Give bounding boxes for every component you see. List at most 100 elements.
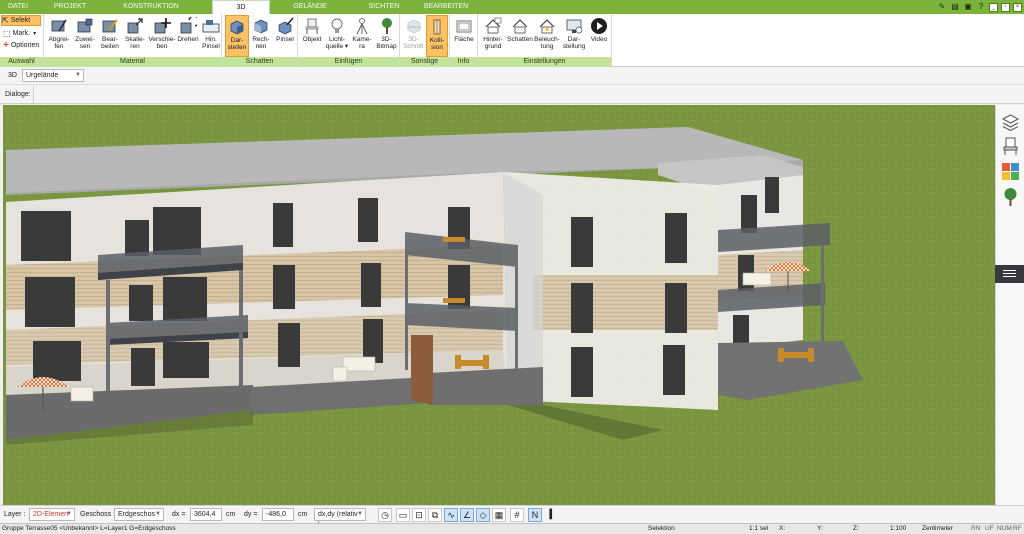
tab-sichten[interactable]: SICHTEN — [362, 0, 406, 14]
chair-icon — [303, 17, 321, 35]
chevron-down-icon: ▼ — [66, 511, 72, 517]
group-material: Abgrei- fen Zuwei- sen Bear- beiten Skal… — [44, 14, 222, 67]
camera-icon — [353, 17, 371, 35]
group-label-einstellungen: Einstellungen — [478, 57, 611, 67]
plus-icon: + — [3, 40, 9, 51]
group-einfuegen: Objekt Licht- quelle ▾ Kame- ra 3D- Bitm… — [298, 14, 400, 67]
schatten-einstellungen-button[interactable]: Schatten — [506, 15, 534, 57]
help-icon[interactable]: ? — [976, 2, 986, 12]
3d-schnitt-button[interactable]: 3D- Schnitt — [402, 15, 425, 57]
tab-gelaende[interactable]: GELÄNDE — [288, 0, 332, 14]
section-icon — [405, 17, 423, 35]
material-catalog-icon[interactable] — [1001, 162, 1020, 181]
chevron-down-icon: ▼ — [75, 72, 81, 78]
shadow-brush-icon — [276, 17, 294, 35]
layers-mini-icon[interactable]: ▤ — [950, 2, 960, 12]
brush-add-icon — [202, 17, 220, 35]
3d-viewport[interactable] — [3, 105, 995, 505]
tree-bitmap-icon — [378, 17, 396, 35]
tab-3d[interactable]: 3D — [212, 0, 270, 14]
dy-input[interactable]: -486,0 — [262, 508, 294, 521]
objekt-button[interactable]: Objekt — [300, 15, 324, 57]
tab-konstruktion[interactable]: KONSTRUKTION — [116, 0, 186, 14]
display-icon — [565, 17, 583, 35]
status-group-info: Gruppe Terrasse05 <Unbekannt> L=Layer1 G… — [2, 525, 176, 532]
schatten-darstellen-button[interactable]: Dar- stellen — [225, 15, 249, 57]
print-preview-icon[interactable]: ⧉ — [428, 508, 442, 522]
plant-catalog-icon[interactable] — [1001, 187, 1020, 206]
hintergrund-button[interactable]: Hinter- grund — [480, 15, 506, 57]
zuweisen-button[interactable]: Zuwei- sen — [72, 15, 98, 57]
angle-snap-icon[interactable]: ∠ — [460, 508, 474, 522]
bearbeiten-button[interactable]: Bear- beiten — [98, 15, 122, 57]
print-icon[interactable]: ▣ — [963, 2, 973, 12]
drehen-button[interactable]: Drehen — [176, 15, 200, 57]
flaeche-button[interactable]: Fläche — [452, 15, 476, 57]
skalieren-button[interactable]: Skalie- ren — [122, 15, 148, 57]
video-button[interactable]: Video — [588, 15, 610, 57]
dx-input[interactable]: 3604,4 — [190, 508, 222, 521]
layer-label: Layer : — [4, 511, 26, 518]
kollision-button[interactable]: Kolli- sion — [426, 15, 448, 57]
pen-tool-icon[interactable]: ✎ — [937, 2, 947, 12]
divider — [33, 86, 34, 103]
play-icon — [590, 17, 608, 35]
status-flag-rf: RF — [1013, 525, 1022, 532]
verschieben-button[interactable]: Verschie- ben — [148, 15, 176, 57]
beleuchtung-button[interactable]: Beleuch- tung — [534, 15, 560, 57]
minimize-button[interactable]: _ — [989, 2, 998, 12]
mark-button[interactable]: ⬚ Mark. ▼ — [3, 28, 37, 39]
schatten-rechnen-button[interactable]: Rech- nen — [249, 15, 273, 57]
sidebar-collapse-handle[interactable] — [995, 265, 1024, 283]
optionen-button[interactable]: + Optionen — [3, 40, 39, 51]
move-icon — [153, 17, 171, 35]
layer-select[interactable]: 2D-Elemen ▼ — [29, 508, 75, 521]
geschoss-label: Geschoss : — [80, 511, 116, 518]
clock-icon[interactable]: ◷ — [378, 508, 392, 522]
close-button[interactable]: × — [1013, 2, 1022, 12]
lightbulb-icon — [328, 17, 346, 35]
north-icon[interactable]: N — [528, 508, 542, 522]
status-bar: Gruppe Terrasse05 <Unbekannt> L=Layer1 G… — [0, 523, 1024, 534]
dialog-label: Dialoge: — [5, 91, 31, 98]
tab-datei[interactable]: DATEI — [2, 0, 34, 14]
status-selection-count: 1:1 sel — [749, 525, 769, 532]
group-sonstige: 3D- Schnitt Kolli- sion Sonstige — [400, 14, 450, 67]
menu-bar: DATEI PROJEKT KONSTRUKTION 3D GELÄNDE SI… — [0, 0, 1024, 14]
chevron-down-icon: ▼ — [32, 30, 38, 37]
layers-icon[interactable] — [1001, 113, 1020, 132]
view-mode-bar: 3D Urgelände ▼ — [0, 67, 1024, 85]
chair-catalog-icon[interactable] — [1001, 137, 1020, 156]
darstellung-button[interactable]: Dar- stellung — [560, 15, 588, 57]
selekt-button[interactable]: ⇱ Selekt — [1, 15, 41, 26]
bottom-toolbar: Layer : 2D-Elemen ▼ Geschoss : Erdgescho… — [0, 505, 1024, 529]
view-mode-label: 3D — [8, 72, 17, 79]
terrain-select[interactable]: Urgelände ▼ — [22, 69, 84, 82]
eyedropper-icon — [50, 17, 68, 35]
snap-icon[interactable]: ⊡ — [412, 508, 426, 522]
lichtquelle-button[interactable]: Licht- quelle ▾ — [324, 15, 350, 57]
geschoss-select[interactable]: Erdgeschos ▼ — [114, 508, 164, 521]
grid-icon[interactable]: # — [510, 508, 524, 522]
line-snap-icon[interactable]: ∿ — [444, 508, 458, 522]
tab-bearbeiten[interactable]: BEARBEITEN — [416, 0, 476, 14]
dx-unit: cm — [226, 511, 236, 518]
mesh-icon[interactable]: ▦ — [492, 508, 506, 522]
3d-bitmap-button[interactable]: 3D- Bitmap — [374, 15, 399, 57]
dx-label: dx = — [172, 511, 186, 518]
restore-button[interactable]: ▫ — [1001, 2, 1010, 12]
abgreifen-button[interactable]: Abgrei- fen — [46, 15, 72, 57]
coord-mode-select[interactable]: dx,dy (relativ ka ▼ — [314, 508, 366, 529]
display-mode-icon[interactable]: ▭ — [396, 508, 410, 522]
dy-label: dy = — [244, 511, 258, 518]
status-flag-uf: UF — [985, 525, 994, 532]
separator-icon: ▍ — [549, 509, 557, 519]
schatten-pinsel-button[interactable]: Pinsel — [273, 15, 297, 57]
mark-icon: ⬚ — [3, 29, 11, 38]
kamera-button[interactable]: Kame- ra — [350, 15, 374, 57]
plane-icon[interactable]: ◇ — [476, 508, 490, 522]
tab-projekt[interactable]: PROJEKT — [48, 0, 92, 14]
cursor-icon: ⇱ — [2, 16, 9, 25]
hin-pinsel-button[interactable]: Hin. Pinsel — [200, 15, 222, 57]
group-label-einfuegen: Einfügen — [298, 57, 399, 67]
